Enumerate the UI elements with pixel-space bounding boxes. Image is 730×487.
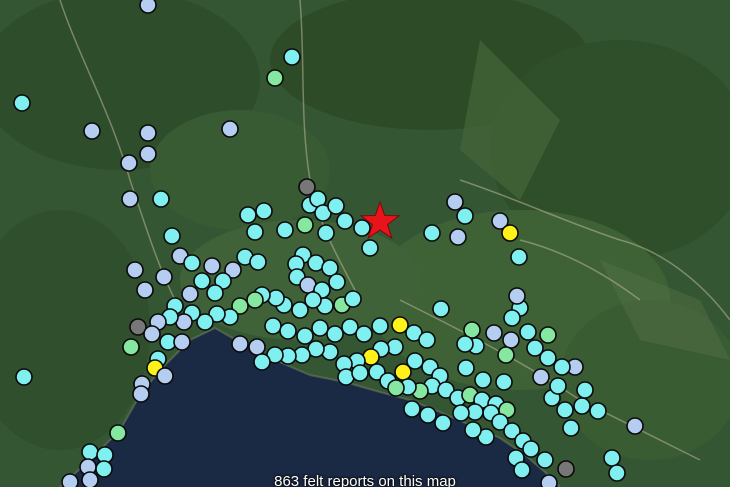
felt-report-marker[interactable]	[264, 317, 282, 335]
felt-report-marker[interactable]	[155, 268, 173, 286]
felt-report-marker[interactable]	[317, 224, 335, 242]
felt-report-marker[interactable]	[434, 414, 452, 432]
felt-report-marker[interactable]	[136, 281, 154, 299]
felt-report-marker[interactable]	[464, 421, 482, 439]
felt-report-marker[interactable]	[203, 257, 221, 275]
felt-report-marker[interactable]	[291, 301, 309, 319]
felt-report-marker[interactable]	[120, 154, 138, 172]
felt-report-marker[interactable]	[406, 352, 424, 370]
felt-report-marker[interactable]	[246, 223, 264, 241]
felt-report-marker[interactable]	[432, 300, 450, 318]
felt-reports-caption: 863 felt reports on this map	[274, 473, 456, 487]
felt-report-marker[interactable]	[501, 224, 519, 242]
felt-report-marker[interactable]	[351, 364, 369, 382]
felt-report-marker[interactable]	[403, 400, 421, 418]
felt-report-marker[interactable]	[502, 331, 520, 349]
felt-report-marker[interactable]	[276, 221, 294, 239]
felt-report-marker[interactable]	[253, 353, 271, 371]
felt-report-marker[interactable]	[371, 317, 389, 335]
felt-report-marker[interactable]	[183, 254, 201, 272]
felt-report-marker[interactable]	[143, 325, 161, 343]
felt-report-marker[interactable]	[311, 319, 329, 337]
felt-report-marker[interactable]	[497, 346, 515, 364]
felt-report-marker[interactable]	[328, 273, 346, 291]
felt-report-marker[interactable]	[266, 69, 284, 87]
felt-report-marker[interactable]	[562, 419, 580, 437]
felt-report-marker[interactable]	[353, 219, 371, 237]
felt-report-marker[interactable]	[423, 224, 441, 242]
felt-report-marker[interactable]	[536, 451, 554, 469]
felt-report-marker[interactable]	[503, 309, 521, 327]
felt-report-marker[interactable]	[532, 368, 550, 386]
felt-report-marker[interactable]	[510, 248, 528, 266]
felt-report-marker[interactable]	[109, 424, 127, 442]
felt-report-marker[interactable]	[485, 324, 503, 342]
felt-report-marker[interactable]	[126, 261, 144, 279]
felt-report-marker[interactable]	[549, 377, 567, 395]
felt-report-marker[interactable]	[296, 216, 314, 234]
felt-report-marker[interactable]	[452, 404, 470, 422]
felt-report-marker[interactable]	[239, 206, 257, 224]
felt-report-marker[interactable]	[83, 122, 101, 140]
felt-report-marker[interactable]	[522, 440, 540, 458]
felt-report-marker[interactable]	[15, 368, 33, 386]
felt-report-marker[interactable]	[387, 379, 405, 397]
felt-report-marker[interactable]	[221, 120, 239, 138]
map-canvas[interactable]	[0, 0, 730, 487]
felt-report-marker[interactable]	[255, 202, 273, 220]
felt-report-marker[interactable]	[539, 326, 557, 344]
felt-report-marker[interactable]	[296, 327, 314, 345]
felt-report-marker[interactable]	[139, 145, 157, 163]
felt-report-marker[interactable]	[419, 406, 437, 424]
felt-report-marker[interactable]	[13, 94, 31, 112]
felt-report-marker[interactable]	[449, 228, 467, 246]
felt-report-marker[interactable]	[603, 449, 621, 467]
felt-report-marker[interactable]	[326, 325, 344, 343]
felt-report-marker[interactable]	[526, 339, 544, 357]
felt-report-marker[interactable]	[327, 197, 345, 215]
felt-report-marker[interactable]	[246, 291, 264, 309]
felt-report-marker[interactable]	[456, 207, 474, 225]
felt-report-marker[interactable]	[474, 371, 492, 389]
felt-report-marker[interactable]	[355, 325, 373, 343]
felt-report-marker[interactable]	[193, 272, 211, 290]
felt-report-marker[interactable]	[249, 253, 267, 271]
felt-report-marker[interactable]	[139, 124, 157, 142]
felt-report-marker[interactable]	[519, 323, 537, 341]
felt-report-marker[interactable]	[139, 0, 157, 14]
felt-report-marker[interactable]	[344, 290, 362, 308]
felt-report-marker[interactable]	[336, 212, 354, 230]
felt-report-marker[interactable]	[418, 331, 436, 349]
felt-report-marker[interactable]	[231, 335, 249, 353]
felt-report-marker[interactable]	[279, 322, 297, 340]
felt-report-marker[interactable]	[173, 333, 191, 351]
felt-report-marker[interactable]	[495, 373, 513, 391]
felt-report-marker[interactable]	[576, 381, 594, 399]
felt-report-marker[interactable]	[81, 443, 99, 461]
felt-report-marker[interactable]	[508, 287, 526, 305]
felt-report-marker[interactable]	[122, 338, 140, 356]
felt-report-marker[interactable]	[553, 358, 571, 376]
felt-report-marker[interactable]	[456, 335, 474, 353]
felt-report-marker[interactable]	[248, 338, 266, 356]
felt-report-marker[interactable]	[626, 417, 644, 435]
felt-report-marker[interactable]	[361, 239, 379, 257]
felt-report-marker[interactable]	[121, 190, 139, 208]
felt-report-marker[interactable]	[156, 367, 174, 385]
felt-report-marker[interactable]	[457, 359, 475, 377]
felt-report-marker[interactable]	[132, 385, 150, 403]
felt-report-marker[interactable]	[589, 402, 607, 420]
felt-report-marker[interactable]	[181, 285, 199, 303]
felt-report-marker[interactable]	[573, 397, 591, 415]
felt-report-marker[interactable]	[556, 401, 574, 419]
felt-report-marker[interactable]	[446, 193, 464, 211]
felt-report-marker[interactable]	[206, 284, 224, 302]
felt-report-marker[interactable]	[163, 227, 181, 245]
felt-report-marker[interactable]	[152, 190, 170, 208]
felt-report-marker[interactable]	[283, 48, 301, 66]
